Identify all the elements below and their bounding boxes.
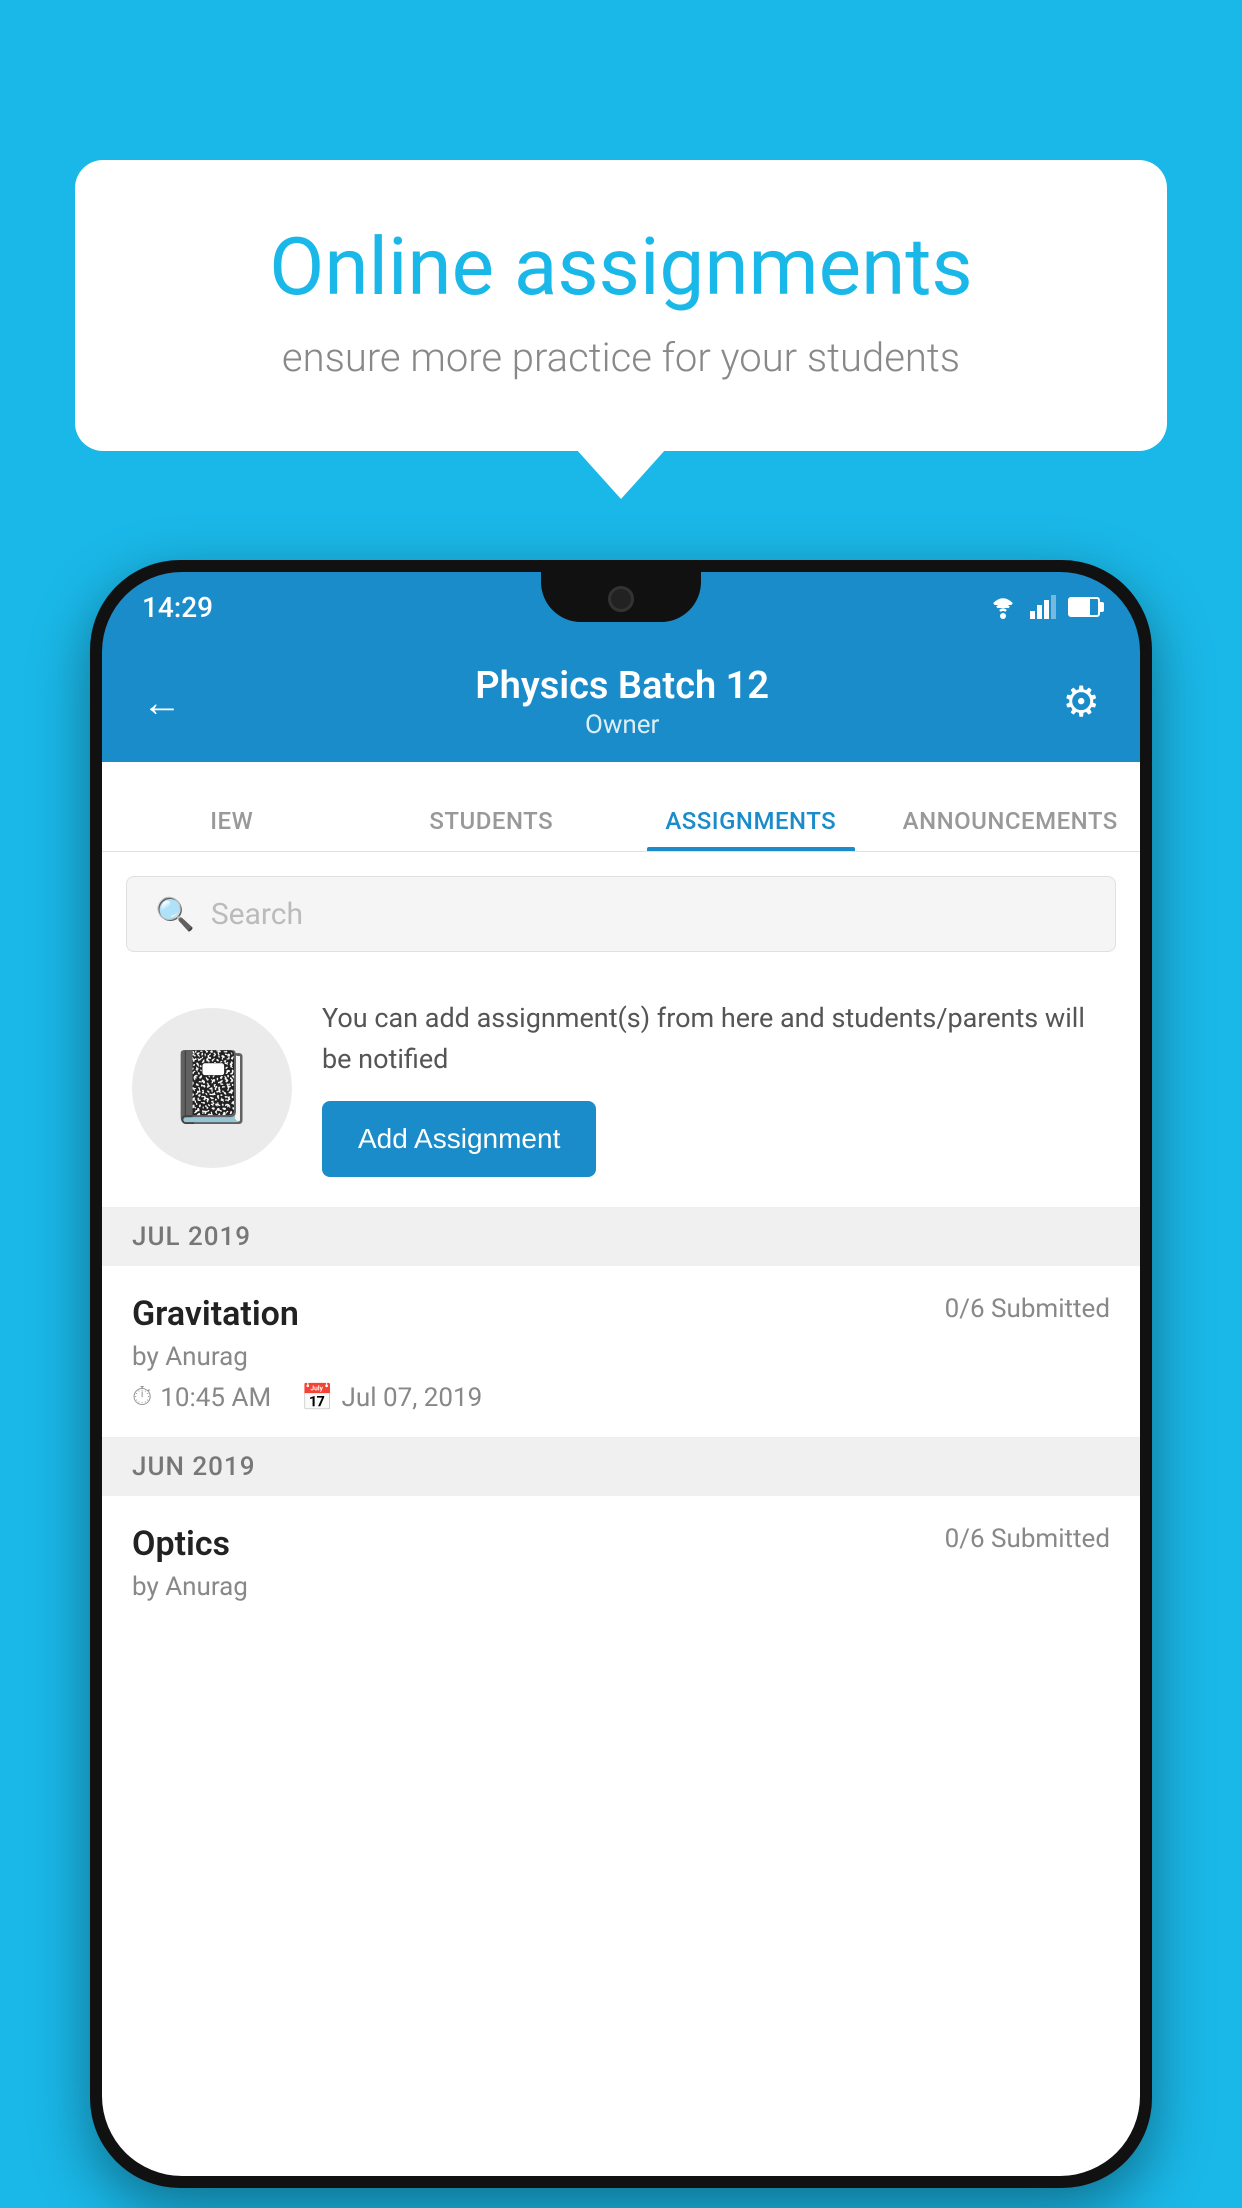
notebook-icon: 📓 — [168, 1047, 255, 1129]
search-icon: 🔍 — [155, 895, 195, 933]
tabs-bar: IEW STUDENTS ASSIGNMENTS ANNOUNCEMENTS — [102, 762, 1140, 852]
assignment-name-gravitation: Gravitation — [132, 1294, 299, 1334]
app-header: ← Physics Batch 12 Owner ⚙ — [102, 642, 1140, 762]
status-time: 14:29 — [142, 591, 213, 624]
info-description: You can add assignment(s) from here and … — [322, 998, 1110, 1079]
header-subtitle: Owner — [475, 710, 769, 740]
month-separator-jun: JUN 2019 — [102, 1438, 1140, 1496]
assignment-row1: Gravitation 0/6 Submitted — [132, 1294, 1110, 1334]
tab-announcements[interactable]: ANNOUNCEMENTS — [881, 807, 1141, 851]
content-area[interactable]: 🔍 Search 📓 You can add assignment(s) fro… — [102, 852, 1140, 2176]
info-card: 📓 You can add assignment(s) from here an… — [102, 968, 1140, 1208]
battery-icon — [1068, 597, 1100, 617]
calendar-icon: 📅 — [301, 1383, 333, 1413]
signal-icon — [1030, 595, 1058, 619]
assignment-name-optics: Optics — [132, 1524, 230, 1564]
back-button[interactable]: ← — [142, 679, 182, 726]
phone-inner: 14:29 — [102, 572, 1140, 2176]
speech-bubble-container: Online assignments ensure more practice … — [75, 160, 1167, 451]
assignment-row1-optics: Optics 0/6 Submitted — [132, 1524, 1110, 1564]
assignment-submitted-gravitation: 0/6 Submitted — [945, 1294, 1110, 1324]
assignment-item-optics[interactable]: Optics 0/6 Submitted by Anurag — [102, 1496, 1140, 1622]
tab-assignments[interactable]: ASSIGNMENTS — [621, 807, 881, 851]
assignment-author-gravitation: by Anurag — [132, 1342, 1110, 1372]
header-title-area: Physics Batch 12 Owner — [475, 664, 769, 740]
status-icons — [986, 594, 1100, 620]
phone-frame: 14:29 — [90, 560, 1152, 2188]
tab-students[interactable]: STUDENTS — [362, 807, 622, 851]
header-title: Physics Batch 12 — [475, 664, 769, 708]
assignment-item-gravitation[interactable]: Gravitation 0/6 Submitted by Anurag ⏱ 10… — [102, 1266, 1140, 1438]
tab-iew[interactable]: IEW — [102, 807, 362, 851]
info-text: You can add assignment(s) from here and … — [322, 998, 1110, 1177]
assignment-time-gravitation: ⏱ 10:45 AM — [132, 1382, 271, 1413]
assignment-author-optics: by Anurag — [132, 1572, 1110, 1602]
phone-notch — [541, 572, 701, 622]
speech-bubble-title: Online assignments — [155, 220, 1087, 314]
speech-bubble-subtitle: ensure more practice for your students — [155, 334, 1087, 381]
speech-bubble: Online assignments ensure more practice … — [75, 160, 1167, 451]
settings-icon[interactable]: ⚙ — [1062, 677, 1100, 727]
phone-camera — [608, 586, 634, 612]
search-placeholder: Search — [211, 897, 303, 932]
clock-icon: ⏱ — [132, 1382, 152, 1413]
assignment-icon-circle: 📓 — [132, 1008, 292, 1168]
search-bar[interactable]: 🔍 Search — [126, 876, 1116, 952]
assignment-submitted-optics: 0/6 Submitted — [945, 1524, 1110, 1554]
add-assignment-button[interactable]: Add Assignment — [322, 1101, 596, 1177]
wifi-icon — [986, 594, 1020, 620]
month-separator-jul: JUL 2019 — [102, 1208, 1140, 1266]
assignment-date-gravitation: 📅 Jul 07, 2019 — [301, 1383, 482, 1413]
assignment-meta-gravitation: ⏱ 10:45 AM 📅 Jul 07, 2019 — [132, 1382, 1110, 1413]
